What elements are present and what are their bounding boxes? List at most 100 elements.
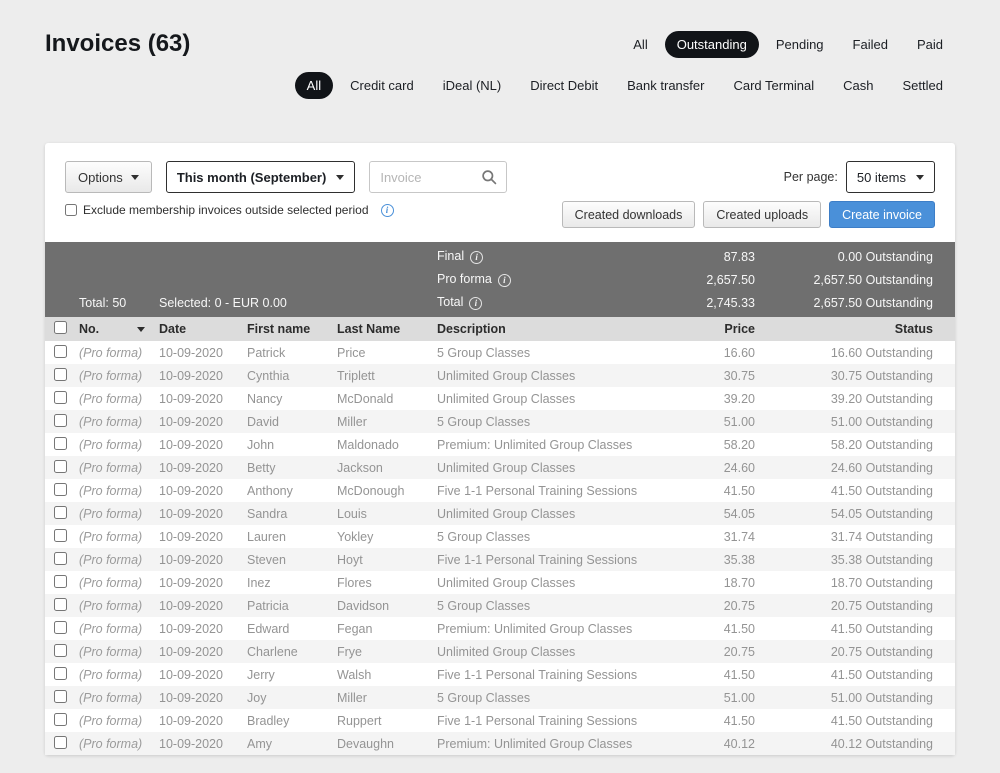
table-row[interactable]: (Pro forma) 10-09-2020 Bradley Ruppert F…: [45, 709, 955, 732]
table-row[interactable]: (Pro forma) 10-09-2020 Sandra Louis Unli…: [45, 502, 955, 525]
invoice-price: 51.00: [723, 690, 755, 705]
invoice-status: 39.20 Outstanding: [830, 391, 933, 406]
invoice-price: 20.75: [723, 598, 755, 613]
table-row[interactable]: (Pro forma) 10-09-2020 John Maldonado Pr…: [45, 433, 955, 456]
row-checkbox[interactable]: [54, 482, 67, 496]
table-row[interactable]: (Pro forma) 10-09-2020 Betty Jackson Unl…: [45, 456, 955, 479]
chevron-down-icon: [336, 174, 345, 180]
row-checkbox[interactable]: [54, 620, 67, 634]
info-icon[interactable]: [380, 203, 394, 217]
table-row[interactable]: (Pro forma) 10-09-2020 Jerry Walsh Five …: [45, 663, 955, 686]
summary-proforma-amount: 2,657.50: [706, 272, 755, 287]
invoice-last-name: Jackson: [337, 460, 383, 475]
info-icon[interactable]: [497, 274, 511, 287]
filter-pending[interactable]: Pending: [764, 31, 836, 58]
invoice-first-name: Anthony: [247, 483, 293, 498]
filter-ideal-nl-[interactable]: iDeal (NL): [431, 72, 514, 99]
create-invoice-button[interactable]: Create invoice: [829, 201, 935, 228]
table-row[interactable]: (Pro forma) 10-09-2020 Inez Flores Unlim…: [45, 571, 955, 594]
table-row[interactable]: (Pro forma) 10-09-2020 Edward Fegan Prem…: [45, 617, 955, 640]
invoice-description: Unlimited Group Classes: [437, 368, 576, 383]
invoice-date: 10-09-2020: [159, 598, 223, 613]
row-checkbox[interactable]: [54, 666, 67, 680]
row-checkbox[interactable]: [54, 643, 67, 657]
invoice-number: (Pro forma): [79, 598, 143, 613]
row-checkbox[interactable]: [54, 459, 67, 473]
invoice-number: (Pro forma): [79, 483, 143, 498]
row-checkbox[interactable]: [54, 390, 67, 404]
filter-cash[interactable]: Cash: [831, 72, 885, 99]
filter-outstanding[interactable]: Outstanding: [664, 30, 759, 58]
created-uploads-label: Created uploads: [716, 207, 809, 222]
created-uploads-button[interactable]: Created uploads: [703, 201, 822, 228]
row-checkbox[interactable]: [54, 551, 67, 565]
summary-proforma-row: Pro forma 2,657.50 2,657.50 Outstanding: [45, 268, 955, 291]
row-checkbox[interactable]: [54, 344, 67, 358]
per-page-select[interactable]: 50 items: [845, 161, 935, 193]
invoice-last-name: Hoyt: [337, 552, 363, 567]
summary-final-row: Final 87.83 0.00 Outstanding: [45, 245, 955, 268]
info-icon[interactable]: [469, 297, 483, 310]
filter-direct-debit[interactable]: Direct Debit: [518, 72, 610, 99]
invoice-date: 10-09-2020: [159, 529, 223, 544]
row-checkbox[interactable]: [54, 528, 67, 542]
table-row[interactable]: (Pro forma) 10-09-2020 Cynthia Triplett …: [45, 364, 955, 387]
search-icon[interactable]: [481, 169, 498, 186]
invoice-number: (Pro forma): [79, 391, 143, 406]
row-checkbox[interactable]: [54, 712, 67, 726]
invoice-status: 20.75 Outstanding: [830, 644, 933, 659]
row-checkbox[interactable]: [54, 597, 67, 611]
row-checkbox[interactable]: [54, 735, 67, 749]
table-row[interactable]: (Pro forma) 10-09-2020 Charlene Frye Unl…: [45, 640, 955, 663]
column-header-description[interactable]: Description: [437, 322, 645, 336]
invoice-number: (Pro forma): [79, 437, 143, 452]
column-header-price[interactable]: Price: [645, 322, 755, 336]
filter-all[interactable]: All: [621, 31, 659, 58]
invoice-description: 5 Group Classes: [437, 529, 531, 544]
invoice-search-input[interactable]: [380, 169, 482, 185]
summary-proforma-outstanding: 2,657.50 Outstanding: [813, 272, 933, 287]
column-header-date[interactable]: Date: [159, 322, 247, 336]
row-checkbox[interactable]: [54, 436, 67, 450]
filter-card-terminal[interactable]: Card Terminal: [721, 72, 826, 99]
filter-all[interactable]: All: [294, 72, 334, 99]
filter-settled[interactable]: Settled: [891, 72, 955, 99]
filter-paid[interactable]: Paid: [905, 31, 955, 58]
column-header-no[interactable]: No.: [79, 322, 159, 336]
period-select[interactable]: This month (September): [165, 161, 356, 193]
filter-failed[interactable]: Failed: [841, 31, 900, 58]
table-row[interactable]: (Pro forma) 10-09-2020 Patricia Davidson…: [45, 594, 955, 617]
filter-bank-transfer[interactable]: Bank transfer: [615, 72, 716, 99]
select-all-checkbox[interactable]: [54, 321, 67, 334]
table-row[interactable]: (Pro forma) 10-09-2020 Lauren Yokley 5 G…: [45, 525, 955, 548]
column-header-first-name[interactable]: First name: [247, 322, 337, 336]
invoice-first-name: David: [247, 414, 279, 429]
column-header-status[interactable]: Status: [755, 322, 955, 336]
invoice-first-name: Cynthia: [247, 368, 290, 383]
row-checkbox[interactable]: [54, 367, 67, 381]
invoice-status: 41.50 Outstanding: [830, 483, 933, 498]
table-row[interactable]: (Pro forma) 10-09-2020 Patrick Price 5 G…: [45, 341, 955, 364]
column-header-last-name[interactable]: Last Name: [337, 322, 437, 336]
table-row[interactable]: (Pro forma) 10-09-2020 Joy Miller 5 Grou…: [45, 686, 955, 709]
table-row[interactable]: (Pro forma) 10-09-2020 Anthony McDonough…: [45, 479, 955, 502]
row-checkbox[interactable]: [54, 413, 67, 427]
filter-credit-card[interactable]: Credit card: [338, 72, 426, 99]
invoice-description: Five 1-1 Personal Training Sessions: [437, 552, 638, 567]
options-button[interactable]: Options: [65, 161, 152, 193]
row-checkbox[interactable]: [54, 505, 67, 519]
row-checkbox[interactable]: [54, 574, 67, 588]
invoice-status: 40.12 Outstanding: [830, 736, 933, 751]
created-downloads-button[interactable]: Created downloads: [561, 201, 696, 228]
chevron-down-icon: [130, 174, 139, 180]
table-row[interactable]: (Pro forma) 10-09-2020 Steven Hoyt Five …: [45, 548, 955, 571]
invoice-last-name: Davidson: [337, 598, 390, 613]
exclude-membership-checkbox[interactable]: [65, 204, 77, 216]
exclude-membership-checkbox-row[interactable]: Exclude membership invoices outside sele…: [65, 203, 394, 217]
table-row[interactable]: (Pro forma) 10-09-2020 Amy Devaughn Prem…: [45, 732, 955, 755]
invoice-number: (Pro forma): [79, 575, 143, 590]
table-row[interactable]: (Pro forma) 10-09-2020 Nancy McDonald Un…: [45, 387, 955, 410]
info-icon[interactable]: [470, 251, 484, 264]
row-checkbox[interactable]: [54, 689, 67, 703]
table-row[interactable]: (Pro forma) 10-09-2020 David Miller 5 Gr…: [45, 410, 955, 433]
